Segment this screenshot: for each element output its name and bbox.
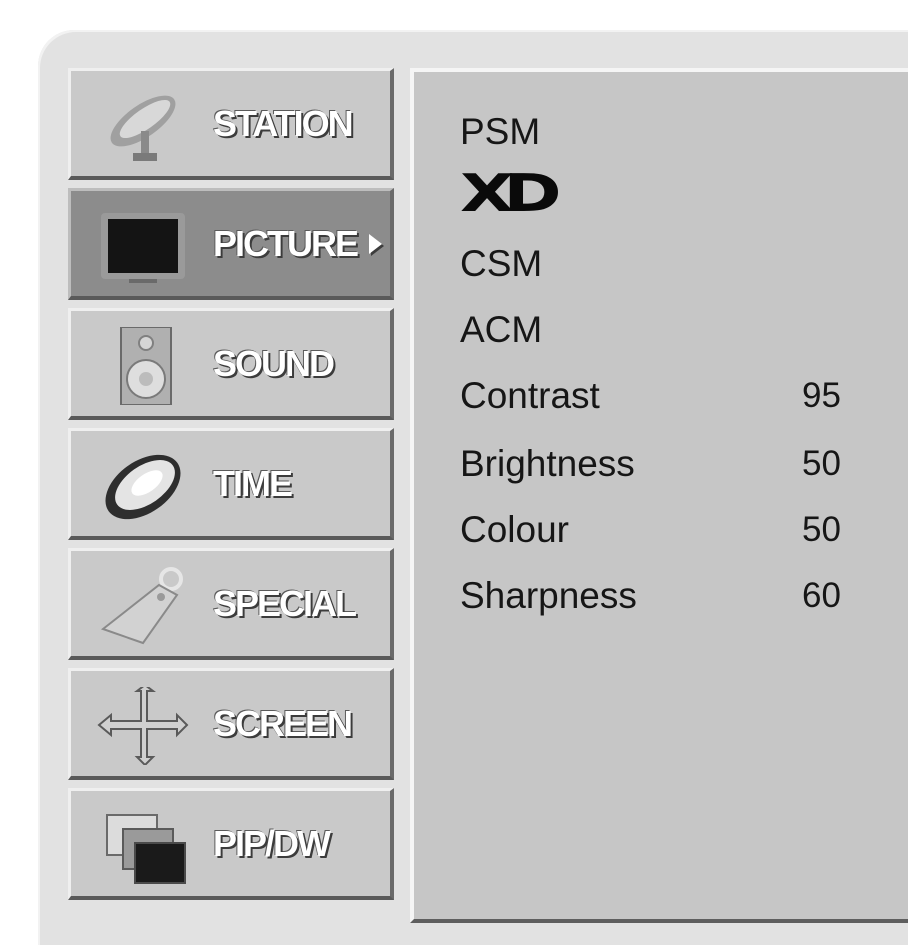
submenu-label-psm: PSM <box>460 111 541 152</box>
move-arrows-icon <box>97 687 189 765</box>
satellite-dish-icon <box>110 95 176 161</box>
tag-icon <box>100 567 183 645</box>
menu-item-sound[interactable]: SOUND <box>68 308 394 420</box>
menu-label-picture: PICTURE <box>213 191 383 296</box>
xd-logo: XD <box>460 164 562 224</box>
menu-label-sound: SOUND <box>213 342 335 384</box>
submenu-item-csm[interactable]: CSM <box>460 236 860 292</box>
submenu-label-acm: ACM <box>460 309 543 350</box>
sharpness-value: 60 <box>802 576 841 615</box>
contrast-value: 95 <box>802 376 841 415</box>
menu-item-pip[interactable]: PIP/DW <box>68 788 394 900</box>
submenu-label-csm: CSM <box>460 243 543 284</box>
menu-label-time: TIME <box>213 462 293 504</box>
picture-submenu-panel: PSM XD CSM ACM Contrast 95 Brightness 50… <box>410 68 908 923</box>
submenu-arrow-icon <box>369 233 383 254</box>
menu-item-time[interactable]: TIME <box>68 428 394 540</box>
pip-windows-icon <box>106 814 186 884</box>
submenu-item-sharpness[interactable]: Sharpness 60 <box>460 568 860 624</box>
main-menu: STATION PICTURE SOUND TIME SPECIAL SCREE… <box>68 68 400 923</box>
submenu-item-brightness[interactable]: Brightness 50 <box>460 436 860 492</box>
menu-item-screen[interactable]: SCREEN <box>68 668 394 780</box>
submenu-label-colour: Colour <box>460 509 569 550</box>
menu-item-station[interactable]: STATION <box>68 68 394 180</box>
menu-label-screen: SCREEN <box>213 702 353 744</box>
submenu-label-sharpness: Sharpness <box>460 575 637 616</box>
menu-item-special[interactable]: SPECIAL <box>68 548 394 660</box>
submenu-item-colour[interactable]: Colour 50 <box>460 502 860 558</box>
brightness-value: 50 <box>802 444 841 483</box>
menu-label-pip: PIP/DW <box>213 822 331 864</box>
submenu-label-brightness: Brightness <box>460 443 635 484</box>
submenu-item-psm[interactable]: PSM <box>460 104 860 160</box>
colour-value: 50 <box>802 510 841 549</box>
menu-label-special: SPECIAL <box>213 582 357 624</box>
clock-icon <box>105 454 181 520</box>
menu-item-picture[interactable]: PICTURE <box>68 188 394 300</box>
submenu-item-contrast[interactable]: Contrast 95 <box>460 368 860 424</box>
speaker-icon <box>120 327 172 405</box>
submenu-item-acm[interactable]: ACM <box>460 302 860 358</box>
submenu-label-contrast: Contrast <box>460 375 600 416</box>
menu-label-station: STATION <box>213 102 354 144</box>
tv-screen-icon <box>101 213 185 283</box>
